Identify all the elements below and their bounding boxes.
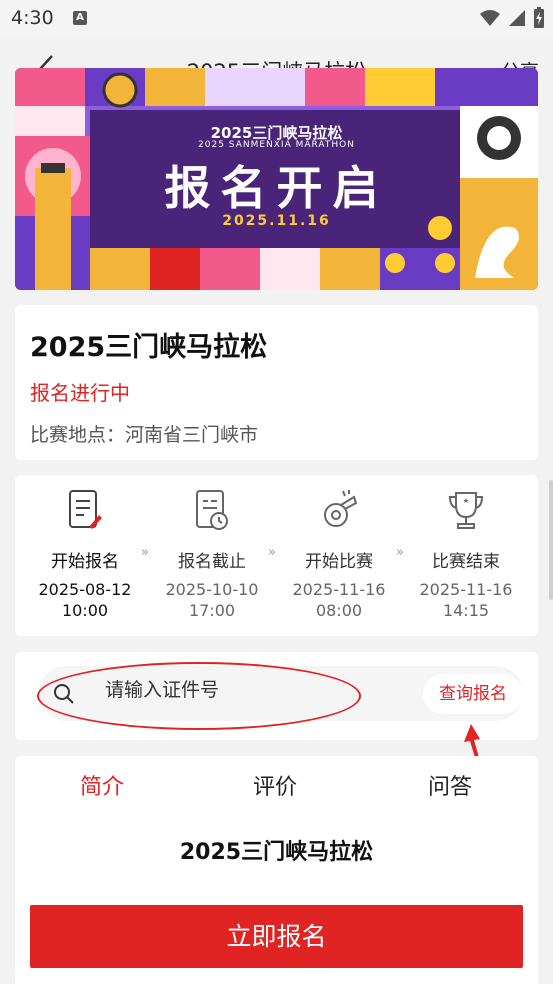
timeline-step-date: 2025-10-10 — [165, 580, 259, 599]
timeline-step-date: 2025-11-16 — [292, 580, 386, 599]
register-now-button[interactable]: 立即报名 — [30, 905, 523, 968]
timeline-step-time: 14:15 — [442, 601, 490, 620]
timeline-step-time: 10:00 — [61, 601, 109, 620]
whistle-icon — [324, 490, 357, 527]
tab-intro[interactable]: 简介 — [80, 769, 124, 801]
registration-query-card: 查询报名 — [15, 652, 538, 740]
schedule-timeline: 开始报名 2025-08-12 10:00 报名截止 2025-10-10 17… — [15, 475, 538, 636]
battery-charging-icon — [534, 7, 544, 28]
race-info-card: 2025三门峡马拉松 报名进行中 比赛地点：河南省三门峡市 — [15, 305, 538, 460]
status-icons — [479, 7, 545, 29]
form-clock-icon — [196, 490, 228, 530]
event-banner: 2025三门峡马拉松 2025 SANMENXIA MARATHON 报名开启 … — [15, 68, 538, 290]
scrollbar[interactable] — [549, 480, 553, 600]
banner-subtitle-en: 2025 SANMENXIA MARATHON — [198, 140, 355, 150]
timeline-step-label: 报名截止 — [178, 552, 246, 572]
status-time: 4:30 — [11, 7, 54, 29]
trophy-icon — [448, 492, 484, 529]
timeline-step-date: 2025-08-12 — [38, 580, 132, 599]
search-box: 查询报名 — [39, 666, 523, 721]
detail-title: 2025三门峡马拉松 — [179, 840, 374, 865]
id-number-input[interactable] — [105, 679, 405, 701]
tab-qa[interactable]: 问答 — [428, 769, 472, 801]
double-chevron-icon: » — [268, 545, 276, 560]
timeline-step-label: 开始比赛 — [305, 552, 373, 572]
timeline-step-date: 2025-11-16 — [419, 580, 513, 599]
race-location: 比赛地点：河南省三门峡市 — [30, 424, 259, 446]
signal-icon — [509, 10, 525, 26]
double-chevron-icon: » — [396, 545, 404, 560]
query-registration-button[interactable]: 查询报名 — [423, 674, 523, 714]
banner-date: 2025.11.16 — [222, 213, 331, 229]
timeline-step-label: 比赛结束 — [432, 552, 500, 572]
wifi-icon — [480, 10, 500, 26]
timeline-step-time: 17:00 — [188, 601, 236, 620]
search-icon — [54, 684, 74, 704]
registration-status: 报名进行中 — [30, 381, 130, 405]
banner-headline: 报名开启 — [164, 161, 389, 215]
status-bar: 4:30 A — [0, 0, 553, 36]
notification-icon: A — [73, 11, 87, 25]
double-chevron-icon: » — [141, 545, 149, 560]
tab-reviews[interactable]: 评价 — [253, 769, 297, 801]
timeline-step-time: 08:00 — [315, 601, 363, 620]
race-title: 2025三门峡马拉松 — [30, 332, 268, 363]
timeline-step-label: 开始报名 — [51, 552, 119, 572]
form-pen-icon — [69, 490, 102, 529]
